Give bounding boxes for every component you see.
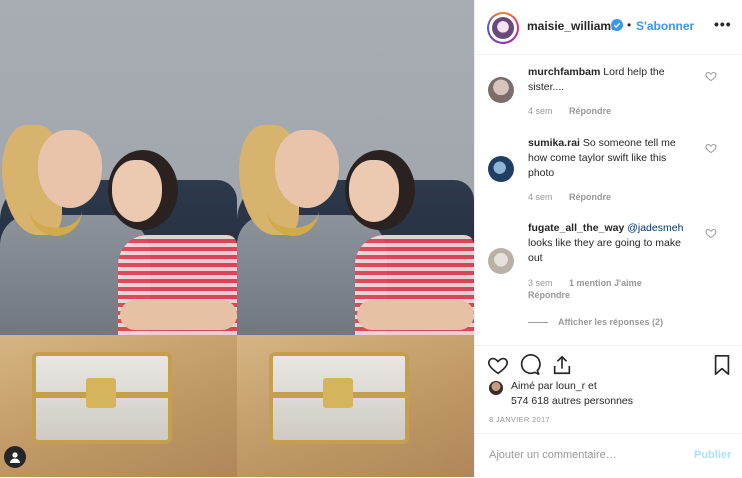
commenter-avatar[interactable] <box>488 77 514 103</box>
comment-age: 3 sem <box>528 278 553 288</box>
reply-button[interactable]: Répondre <box>569 192 611 202</box>
trunk-bag-image <box>32 352 172 444</box>
comments-list[interactable]: murchfambam Lord help the sister.... 4 s… <box>475 55 742 345</box>
separator-dot: • <box>627 18 632 32</box>
view-replies-label: Afficher les réponses (2) <box>558 317 664 327</box>
comment-meta: 3 sem 1 mention J'aime Répondre <box>528 277 658 301</box>
trunk-bag-image <box>269 352 409 444</box>
heart-icon[interactable] <box>705 142 717 154</box>
author-username[interactable]: maisie_williams <box>527 19 618 33</box>
comment-username[interactable]: fugate_all_the_way <box>528 222 624 234</box>
commenter-avatar[interactable] <box>488 156 514 182</box>
heart-icon[interactable] <box>487 354 509 376</box>
photo-left-half <box>0 0 237 477</box>
reply-button[interactable]: Répondre <box>528 289 658 301</box>
comment-text: murchfambam Lord help the sister.... <box>528 65 688 95</box>
commenter-avatar[interactable] <box>488 248 514 274</box>
instagram-post-view: maisie_williams • S'abonner ••• murchfam… <box>0 0 742 477</box>
tagged-profile-icon[interactable] <box>4 446 26 468</box>
comment-age: 4 sem <box>528 192 553 202</box>
likes-line-1[interactable]: Aimé par loun_r et <box>511 380 597 392</box>
heart-icon[interactable] <box>705 70 717 82</box>
bookmark-icon[interactable] <box>711 354 733 376</box>
comment-text: fugate_all_the_way @jadesmeh looks like … <box>528 221 688 266</box>
share-icon[interactable] <box>551 354 573 376</box>
comment-icon[interactable] <box>519 354 541 376</box>
author-avatar[interactable] <box>487 12 519 44</box>
comment-mention[interactable]: @jadesmeh <box>627 222 683 234</box>
comment-username[interactable]: sumika.rai <box>528 137 580 149</box>
photo-right-half <box>237 0 474 477</box>
heart-icon[interactable] <box>705 227 717 239</box>
comment-input[interactable] <box>487 448 671 462</box>
comment-username[interactable]: murchfambam <box>528 66 600 78</box>
reply-button[interactable]: Répondre <box>569 106 611 116</box>
comment-age: 4 sem <box>528 106 553 116</box>
comment-meta: 4 sem Répondre <box>528 106 625 116</box>
post-side-panel: maisie_williams • S'abonner ••• murchfam… <box>474 0 742 477</box>
post-date[interactable]: 8 JANVIER 2017 <box>489 415 550 424</box>
more-icon[interactable]: ••• <box>714 16 732 32</box>
comment-text: sumika.rai So someone tell me how come t… <box>528 136 688 181</box>
view-replies-button[interactable]: Afficher les réponses (2) <box>528 317 663 327</box>
verified-badge-icon <box>611 19 623 31</box>
liker-avatar[interactable] <box>489 381 503 395</box>
add-comment-bar: Publier <box>475 433 742 478</box>
likes-line-2[interactable]: 574 618 autres personnes <box>511 395 633 407</box>
comment-likes-count[interactable]: 1 mention J'aime <box>569 278 642 288</box>
action-bar <box>475 345 742 380</box>
post-photo[interactable] <box>0 0 474 477</box>
comment-body: looks like they are going to make out <box>528 237 681 264</box>
post-header: maisie_williams • S'abonner ••• <box>475 0 742 55</box>
replies-line <box>528 322 548 324</box>
follow-button[interactable]: S'abonner <box>636 19 694 33</box>
comment-meta: 4 sem Répondre <box>528 192 625 202</box>
publish-button[interactable]: Publier <box>694 449 731 461</box>
